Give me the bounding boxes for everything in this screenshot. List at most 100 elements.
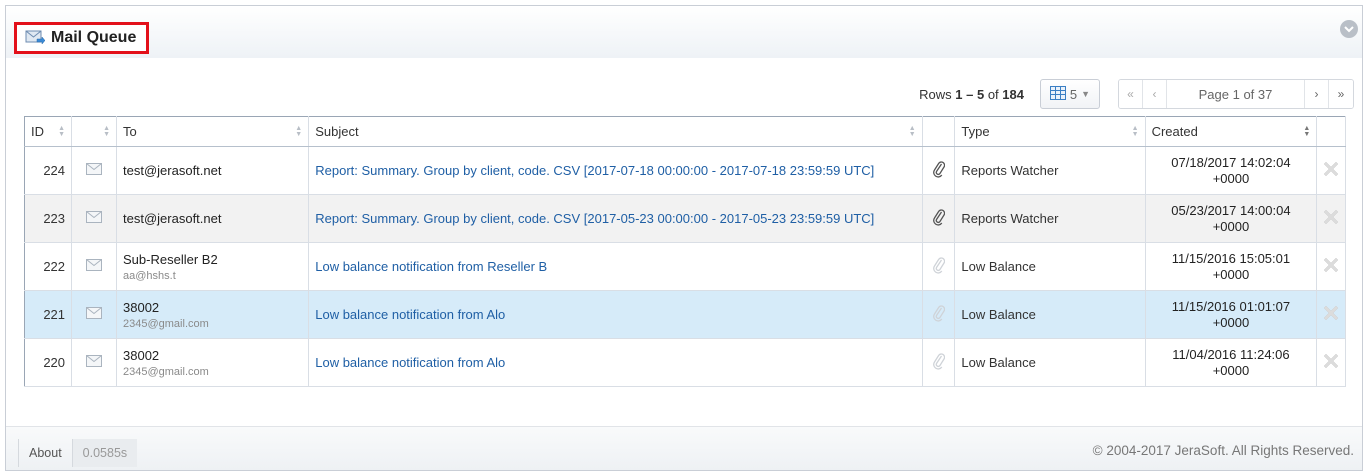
paperclip-icon: [932, 352, 945, 373]
cell-to: test@jerasoft.net: [116, 194, 310, 243]
cell-status: [71, 146, 118, 195]
recipient-name: test@jerasoft.net: [123, 210, 222, 226]
rows-info: Rows 1 – 5 of 184: [919, 87, 1024, 102]
cell-id: 220: [24, 338, 73, 387]
column-header-id[interactable]: ID ▲ ▼: [24, 116, 73, 147]
page-title: Mail Queue: [51, 29, 137, 46]
rows-per-page-select[interactable]: 5 ▼: [1040, 79, 1100, 109]
cell-attachment[interactable]: [922, 194, 956, 243]
rows-prefix: Rows: [919, 86, 952, 102]
cell-status: [71, 338, 118, 387]
last-page-button[interactable]: »: [1329, 80, 1353, 108]
created-timezone: +0000: [1212, 218, 1250, 234]
envelope-icon: [86, 211, 103, 226]
first-page-button[interactable]: «: [1119, 80, 1143, 108]
sort-icon: ▲ ▼: [58, 125, 66, 138]
mail-queue-table: ID ▲ ▼ ▲ ▼ To ▲ ▼ Subject ▲ ▼ Type ▲ ▼ Created ▲ ▼ …: [24, 116, 1346, 387]
per-page-value: 5: [1069, 86, 1078, 102]
cell-type: Reports Watcher: [954, 194, 1146, 243]
prev-page-button[interactable]: ‹: [1143, 80, 1167, 108]
recipient-email: 2345@gmail.com: [123, 317, 209, 330]
copyright: © 2004-2017 JeraSoft. All Rights Reserve…: [1092, 443, 1354, 458]
cell-id: 221: [24, 290, 73, 339]
table-row[interactable]: 220 38002 2345@gmail.com Low balance notifi…: [24, 338, 1346, 387]
page-indicator[interactable]: Page 1 of 37: [1167, 80, 1305, 108]
collapse-circle-icon[interactable]: [1340, 20, 1358, 38]
subject-link[interactable]: Low balance notification from Alo: [315, 352, 915, 374]
cell-id: 224: [24, 146, 73, 195]
created-timezone: +0000: [1212, 314, 1250, 330]
cell-to: test@jerasoft.net: [116, 146, 310, 195]
subject-link[interactable]: Report: Summary. Group by client, code. …: [315, 160, 915, 182]
cell-subject[interactable]: Low balance notification from Alo: [308, 338, 923, 387]
cell-actions: [1316, 146, 1346, 195]
paperclip-icon: [932, 256, 945, 277]
delete-icon[interactable]: [1323, 209, 1339, 228]
cell-actions: [1316, 194, 1346, 243]
next-page-button[interactable]: ›: [1305, 80, 1329, 108]
paperclip-icon: [932, 160, 945, 181]
cell-status: [71, 242, 118, 291]
cell-subject[interactable]: Report: Summary. Group by client, code. …: [308, 194, 923, 243]
recipient-name: test@jerasoft.net: [123, 162, 222, 178]
subject-link[interactable]: Report: Summary. Group by client, code. …: [315, 208, 915, 230]
cell-type: Low Balance: [954, 338, 1146, 387]
sort-icon: ▲ ▼: [908, 125, 916, 138]
column-header-type[interactable]: Type ▲ ▼: [954, 116, 1146, 147]
about-link[interactable]: About: [18, 439, 73, 467]
delete-icon[interactable]: [1323, 257, 1339, 276]
cell-attachment[interactable]: [922, 146, 956, 195]
envelope-icon: [86, 163, 103, 178]
cell-type: Low Balance: [954, 290, 1146, 339]
cell-created: 11/15/2016 01:01:07 +0000: [1145, 290, 1318, 339]
column-header-created[interactable]: Created ▲ ▼: [1145, 116, 1318, 147]
cell-created: 07/18/2017 14:02:04 +0000: [1145, 146, 1318, 195]
footer-left: About 0.0585s: [18, 439, 138, 467]
paperclip-icon: [932, 208, 945, 229]
grid-toolbar: Rows 1 – 5 of 184 5 ▼ « ‹ Page 1 of 37 ›…: [919, 77, 1354, 111]
delete-icon[interactable]: [1323, 305, 1339, 324]
created-date: 07/18/2017 14:02:04: [1171, 154, 1291, 170]
cell-actions: [1316, 338, 1346, 387]
column-header-to[interactable]: To ▲ ▼: [116, 116, 310, 147]
cell-subject[interactable]: Report: Summary. Group by client, code. …: [308, 146, 923, 195]
cell-attachment: [922, 290, 956, 339]
cell-to: Sub-Reseller B2 aa@hshs.t: [116, 242, 310, 291]
column-header-subject[interactable]: Subject ▲ ▼: [308, 116, 923, 147]
cell-subject[interactable]: Low balance notification from Reseller B: [308, 242, 923, 291]
created-timezone: +0000: [1212, 266, 1250, 282]
table-row[interactable]: 223 test@jerasoft.net Report: Summary. Gro…: [24, 194, 1346, 243]
cell-created: 11/04/2016 11:24:06 +0000: [1145, 338, 1318, 387]
chevron-down-icon: ▼: [1081, 89, 1091, 99]
delete-icon[interactable]: [1323, 353, 1339, 372]
column-header-status[interactable]: ▲ ▼: [71, 116, 118, 147]
table-row[interactable]: 224 test@jerasoft.net Report: Summary. Gro…: [24, 146, 1346, 195]
envelope-icon: [86, 355, 103, 370]
created-date: 05/23/2017 14:00:04: [1171, 202, 1291, 218]
envelope-icon: [86, 307, 103, 322]
column-header-attachment: [922, 116, 956, 147]
table-row[interactable]: 221 38002 2345@gmail.com Low balance notifi…: [24, 290, 1346, 339]
cell-id: 222: [24, 242, 73, 291]
table-row[interactable]: 222 Sub-Reseller B2 aa@hshs.t Low balance n…: [24, 242, 1346, 291]
sort-icon: ▲ ▼: [103, 125, 111, 138]
delete-icon[interactable]: [1323, 161, 1339, 180]
subject-link[interactable]: Low balance notification from Alo: [315, 304, 915, 326]
cell-to: 38002 2345@gmail.com: [116, 338, 310, 387]
cell-id: 223: [24, 194, 73, 243]
cell-created: 11/15/2016 15:05:01 +0000: [1145, 242, 1318, 291]
sort-desc-icon: ▲ ▼: [1303, 125, 1311, 138]
cell-created: 05/23/2017 14:00:04 +0000: [1145, 194, 1318, 243]
table-header-row: ID ▲ ▼ ▲ ▼ To ▲ ▼ Subject ▲ ▼ Type ▲ ▼ Created ▲ ▼: [24, 116, 1346, 147]
envelope-icon: [86, 259, 103, 274]
recipient-name: 38002: [123, 299, 160, 315]
created-date: 11/15/2016 01:01:07: [1171, 298, 1291, 314]
subject-link[interactable]: Low balance notification from Reseller B: [315, 256, 915, 278]
recipient-email: 2345@gmail.com: [123, 365, 209, 378]
pagination: « ‹ Page 1 of 37 › »: [1118, 79, 1354, 109]
created-date: 11/04/2016 11:24:06: [1172, 346, 1290, 362]
column-header-actions: [1316, 116, 1346, 147]
panel-header: Mail Queue: [6, 6, 1362, 58]
cell-status: [71, 290, 118, 339]
cell-subject[interactable]: Low balance notification from Alo: [308, 290, 923, 339]
